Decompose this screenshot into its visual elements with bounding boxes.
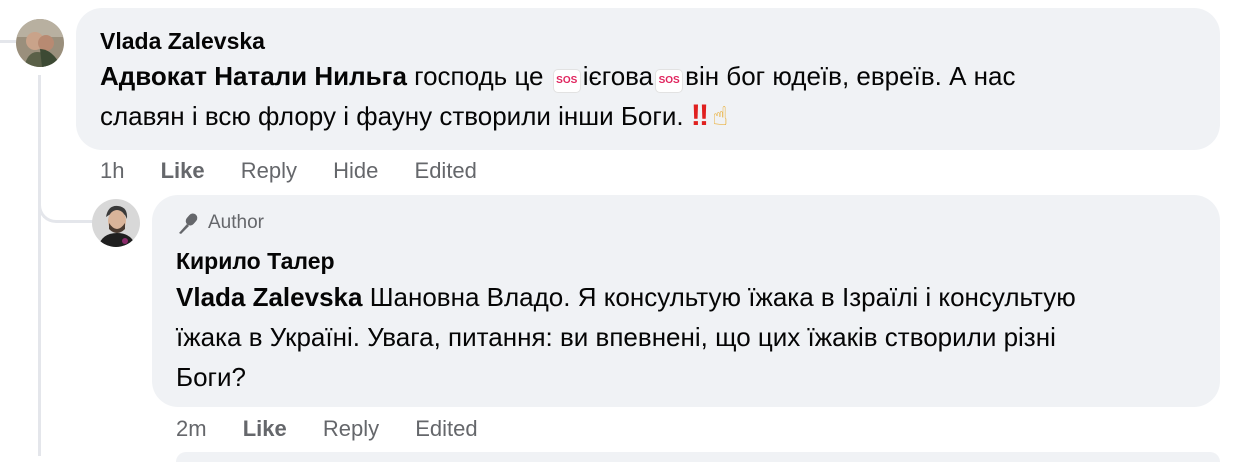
next-comment-bubble-edge	[176, 452, 1220, 462]
thread-line-reply-curve	[38, 180, 93, 223]
reply-reply-button[interactable]: Reply	[323, 416, 379, 441]
reply-author-name[interactable]: Кирило Талер	[176, 248, 335, 275]
reply-text-line1: Шановна Владо. Я консультую їжака в Ізра…	[362, 282, 1076, 312]
avatar-vlada-zalevska[interactable]	[16, 19, 64, 67]
reply-mention-link[interactable]: Vlada Zalevska	[176, 282, 362, 312]
thread-line-vertical	[38, 75, 41, 456]
comment-reply-button[interactable]: Reply	[241, 158, 297, 183]
reply-bubble: Author Кирило Талер Vlada Zalevska Шанов…	[152, 195, 1220, 407]
avatar-kyrylo-taler[interactable]	[92, 199, 140, 247]
reply-edited-label[interactable]: Edited	[415, 416, 477, 441]
reply-line-3: Боги?	[176, 362, 246, 392]
sos-emoji-icon: SOS	[655, 69, 684, 93]
thread-line-left-stub	[0, 40, 16, 43]
comment-line-2: славян і всю флору і фауну створили інши…	[100, 96, 1200, 136]
comment-mention-link[interactable]: Адвокат Натали Нильга	[100, 61, 407, 91]
double-exclamation-emoji-icon: ‼	[690, 99, 709, 132]
comment-text-part1: господь це	[406, 61, 551, 91]
microphone-icon	[176, 211, 202, 235]
pointing-up-hand-emoji-icon: ☝	[712, 101, 729, 131]
author-badge: Author	[176, 211, 264, 235]
comment-line-1: Адвокат Натали Нильга господь це SOS ієго…	[100, 56, 1200, 96]
comment-actions: 1h Like Reply Hide Edited	[100, 158, 507, 184]
sos-emoji-icon: SOS	[552, 69, 581, 93]
reply-line-1: Vlada Zalevska Шановна Владо. Я консульт…	[176, 277, 1206, 317]
comment-text-line2: славян і всю флору і фауну створили інши…	[100, 101, 691, 131]
comment-text-part2: ієгова	[582, 61, 654, 91]
comment-bubble: Vlada Zalevska Адвокат Натали Нильга гос…	[76, 8, 1220, 150]
reply-actions: 2m Like Reply Edited	[176, 416, 508, 442]
comment-author-name[interactable]: Vlada Zalevska	[100, 28, 265, 55]
reply-like-button[interactable]: Like	[243, 416, 287, 441]
comment-like-button[interactable]: Like	[161, 158, 205, 183]
author-badge-label: Author	[208, 212, 264, 233]
comment-text: Адвокат Натали Нильга господь це SOS ієго…	[100, 56, 1200, 136]
reply-text: Vlada Zalevska Шановна Владо. Я консульт…	[176, 277, 1206, 397]
comment-hide-button[interactable]: Hide	[333, 158, 378, 183]
comment-edited-label[interactable]: Edited	[415, 158, 477, 183]
reply-timestamp[interactable]: 2m	[176, 416, 207, 441]
comment-text-part3: він бог юдеїв, евреїв. А нас	[685, 61, 1016, 91]
reply-line-2: їжака в Україні. Увага, питання: ви впев…	[176, 322, 1056, 352]
comment-timestamp[interactable]: 1h	[100, 158, 124, 183]
